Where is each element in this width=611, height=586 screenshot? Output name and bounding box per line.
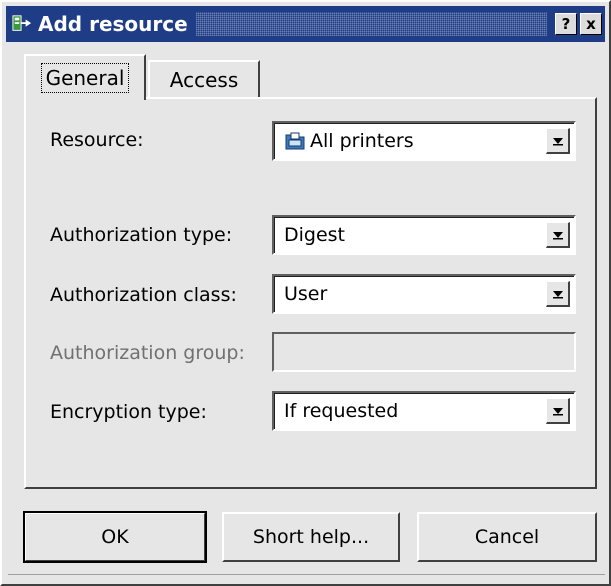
close-title-button[interactable]: x <box>580 13 602 35</box>
auth-group-label: Authorization group: <box>50 342 245 364</box>
encryption-label: Encryption type: <box>50 401 207 423</box>
resource-select[interactable]: All printers <box>272 121 576 161</box>
resource-value: All printers <box>310 130 414 152</box>
short-help-button[interactable]: Short help... <box>222 512 400 562</box>
tab-general-label: General <box>40 63 130 93</box>
window-title: Add resource <box>38 12 188 36</box>
encryption-select[interactable]: If requested <box>272 391 576 431</box>
tab-access[interactable]: Access <box>148 60 260 98</box>
printer-folder-icon <box>284 131 306 151</box>
tab-general[interactable]: General <box>24 54 146 100</box>
chevron-down-icon[interactable] <box>546 281 570 307</box>
cancel-button[interactable]: Cancel <box>417 512 597 562</box>
app-icon <box>12 12 32 36</box>
help-title-button[interactable]: ? <box>555 13 577 35</box>
bottom-divider <box>8 574 605 583</box>
resource-label: Resource: <box>50 129 144 151</box>
chevron-down-icon[interactable] <box>546 128 570 154</box>
auth-type-label: Authorization type: <box>50 224 233 246</box>
auth-class-label: Authorization class: <box>50 284 237 306</box>
chevron-down-icon[interactable] <box>546 398 570 424</box>
auth-type-value: Digest <box>284 224 346 246</box>
dialog-window: Add resource ? x General Access Resource… <box>0 0 611 586</box>
auth-class-value: User <box>284 283 328 305</box>
auth-group-field <box>272 332 576 372</box>
chevron-down-icon[interactable] <box>546 222 570 248</box>
general-panel: Resource: All printers Authorization typ… <box>24 97 597 489</box>
ok-button[interactable]: OK <box>23 511 207 563</box>
tab-access-label: Access <box>169 68 239 92</box>
auth-class-select[interactable]: User <box>272 274 576 314</box>
auth-type-select[interactable]: Digest <box>272 215 576 255</box>
title-bar-fill <box>195 12 547 36</box>
encryption-value: If requested <box>284 400 399 422</box>
title-bar[interactable]: Add resource ? x <box>6 6 605 42</box>
